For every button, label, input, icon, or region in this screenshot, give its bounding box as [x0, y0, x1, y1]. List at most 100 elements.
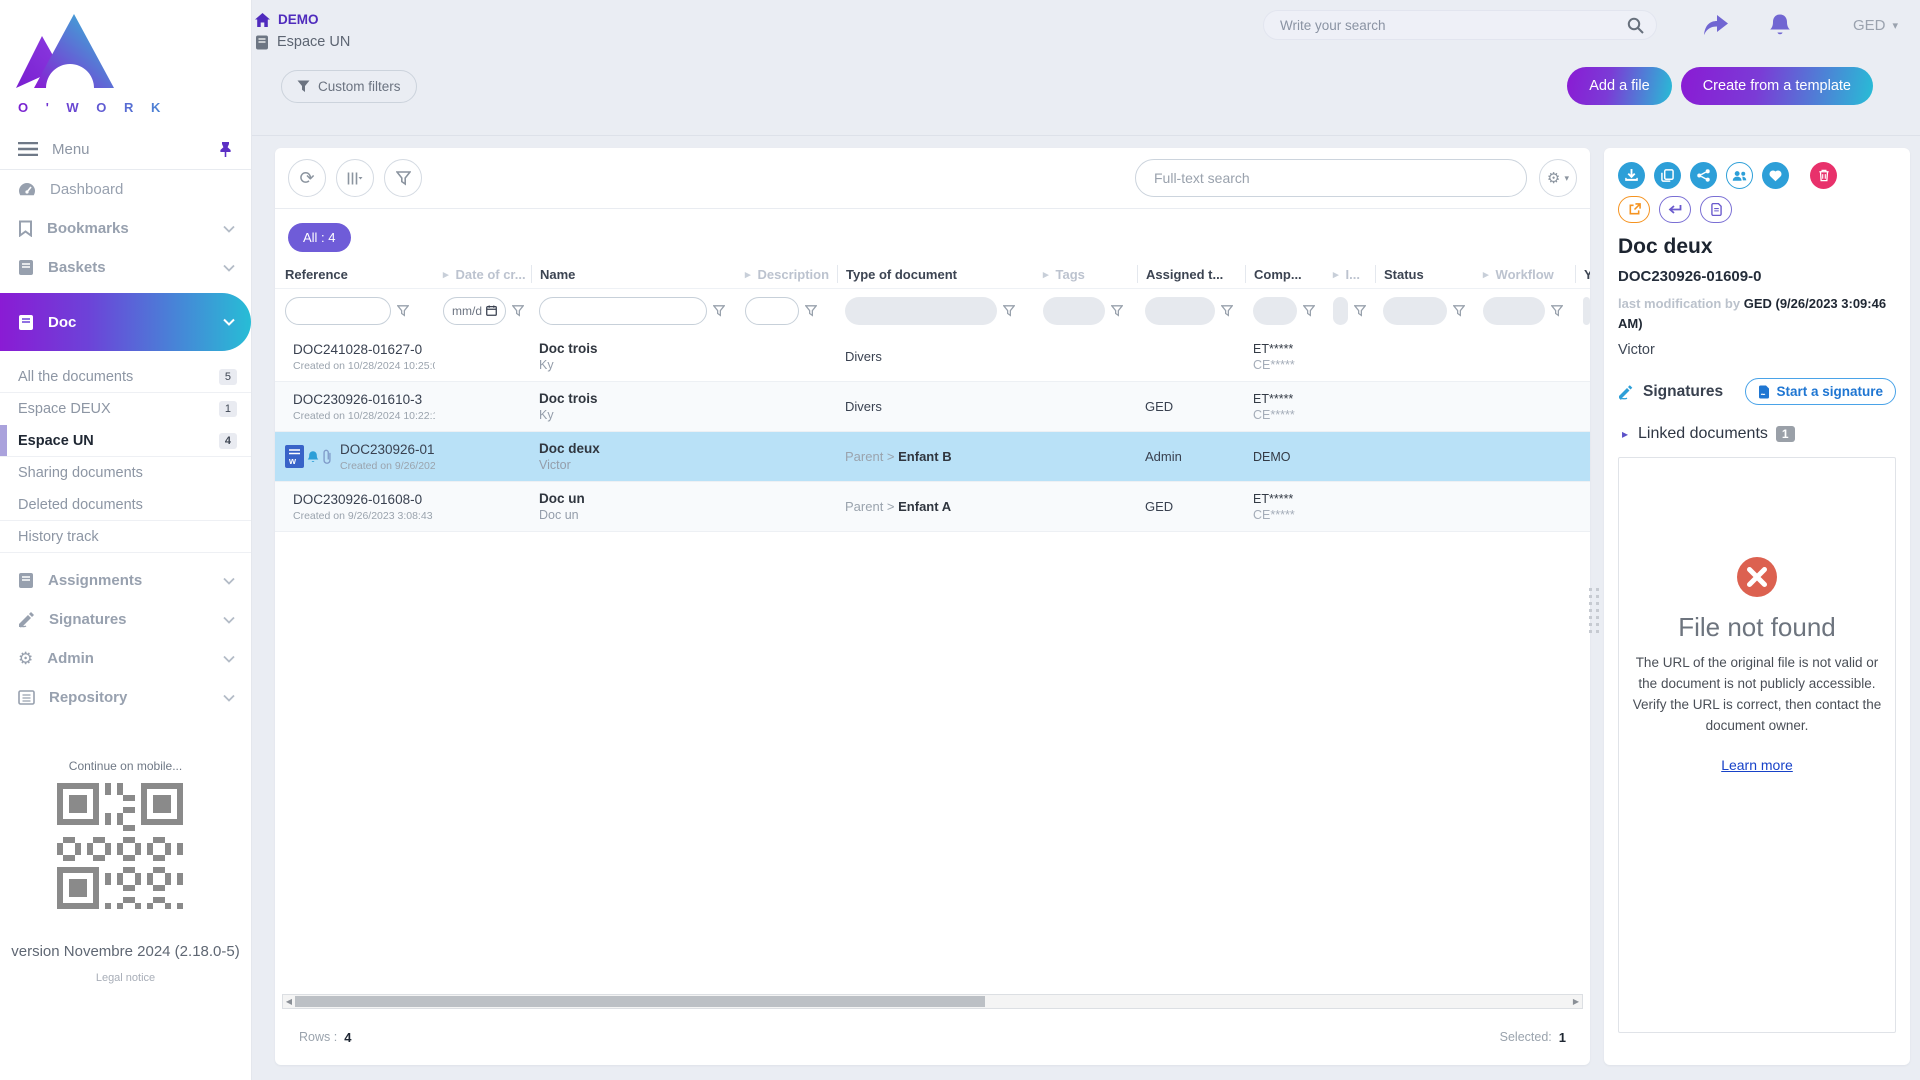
funnel-icon[interactable] [397, 305, 409, 317]
row-created: Created on 10/28/2024 10:25:07 PM [293, 360, 435, 372]
funnel-icon[interactable] [512, 305, 524, 317]
column-header-y[interactable]: Y [1575, 265, 1590, 283]
funnel-icon[interactable] [805, 305, 817, 317]
table-row[interactable]: DOC230926-01608-0Created on 9/26/2023 3:… [275, 482, 1590, 532]
sidebar-subitem-history-track[interactable]: History track [0, 521, 251, 553]
delete-button[interactable] [1810, 162, 1837, 189]
sidebar-item-baskets[interactable]: Baskets [0, 248, 251, 287]
filter-reference-input[interactable] [285, 297, 391, 325]
user-menu[interactable]: GED ▾ [1853, 17, 1898, 34]
legal-notice-link[interactable]: Legal notice [0, 972, 251, 984]
table-row-selected[interactable]: w DOC230926-01609-0Created on 9/26/2023 … [275, 432, 1590, 482]
global-search-input[interactable] [1280, 18, 1627, 33]
notifications-bell-icon[interactable] [1769, 13, 1791, 37]
learn-more-link[interactable]: Learn more [1721, 757, 1793, 773]
create-from-template-button[interactable]: Create from a template [1681, 67, 1873, 105]
forward-share-icon[interactable] [1703, 14, 1729, 36]
funnel-icon[interactable] [1221, 305, 1233, 317]
document-preview-button[interactable] [1700, 196, 1732, 223]
column-header-i[interactable]: ▸I... [1325, 267, 1375, 282]
column-header-status[interactable]: Status [1375, 265, 1475, 283]
sidebar-item-signatures[interactable]: Signatures [0, 600, 251, 639]
sidebar-item-label: Repository [49, 689, 127, 706]
sidebar-subitem-deleted-documents[interactable]: Deleted documents [0, 489, 251, 521]
sidebar-subitem-sharing-documents[interactable]: Sharing documents [0, 457, 251, 489]
document-detail-panel: Doc deux DOC230926-01609-0 last modifica… [1604, 148, 1910, 1065]
filter-button[interactable] [384, 159, 422, 197]
column-header-date[interactable]: ▸Date of cr... [435, 267, 531, 282]
hamburger-icon[interactable] [18, 142, 38, 156]
column-header-assigned[interactable]: Assigned t... [1137, 265, 1245, 283]
return-button[interactable] [1659, 196, 1691, 223]
panel-resize-handle[interactable] [1589, 588, 1599, 633]
table-row[interactable]: DOC241028-01627-0Created on 10/28/2024 1… [275, 332, 1590, 382]
svg-text:w: w [288, 456, 297, 466]
row-reference: DOC230926-01610-3 [293, 392, 435, 407]
column-header-workflow[interactable]: ▸Workflow [1475, 267, 1575, 282]
fulltext-search-input[interactable] [1135, 159, 1527, 197]
funnel-icon[interactable] [1111, 305, 1123, 317]
qr-code [57, 783, 195, 909]
breadcrumb-home[interactable]: DEMO [255, 12, 350, 27]
open-external-button[interactable] [1618, 196, 1650, 223]
users-button[interactable] [1726, 162, 1753, 189]
table-settings-button[interactable]: ⚙ ▾ [1539, 159, 1577, 197]
funnel-icon[interactable] [1003, 305, 1015, 317]
file-not-found-title: File not found [1619, 612, 1895, 643]
tab-all[interactable]: All : 4 [288, 223, 351, 252]
columns-button[interactable] [336, 159, 374, 197]
funnel-icon[interactable] [1354, 305, 1366, 317]
download-button[interactable] [1618, 162, 1645, 189]
filter-type-disabled [845, 297, 997, 325]
favorite-button[interactable] [1762, 162, 1789, 189]
pin-icon[interactable] [218, 141, 233, 157]
column-header-tags[interactable]: ▸Tags [1035, 267, 1137, 282]
copy-button[interactable] [1654, 162, 1681, 189]
linked-documents-toggle[interactable]: ▸ Linked documents 1 [1618, 425, 1896, 443]
horizontal-scrollbar[interactable]: ◀ ▶ [282, 994, 1583, 1009]
breadcrumb-space[interactable]: Espace UN [255, 34, 350, 50]
count-badge: 4 [219, 433, 237, 449]
sidebar-item-dashboard[interactable]: Dashboard [0, 170, 251, 209]
sidebar-item-admin[interactable]: ⚙ Admin [0, 639, 251, 678]
custom-filters-button[interactable]: Custom filters [281, 70, 417, 103]
documents-panel: ⟳ ⚙ ▾ All : 4 Reference ▸Date of cr... N… [275, 148, 1590, 1065]
start-signature-button[interactable]: Start a signature [1745, 378, 1896, 405]
top-header: DEMO Espace UN [251, 0, 1920, 136]
row-assigned: GED [1137, 499, 1245, 514]
sidebar-subitem-espace-deux[interactable]: Espace DEUX 1 [0, 393, 251, 425]
funnel-icon[interactable] [713, 305, 725, 317]
column-header-name[interactable]: Name [531, 265, 737, 283]
row-company: ET***** [1253, 392, 1295, 406]
sidebar-item-repository[interactable]: Repository [0, 678, 251, 717]
table-row[interactable]: DOC230926-01610-3Created on 10/28/2024 1… [275, 382, 1590, 432]
filter-date-input[interactable]: mm/d [443, 297, 506, 325]
funnel-icon[interactable] [1551, 305, 1563, 317]
filter-description-input[interactable] [745, 297, 799, 325]
sidebar-subitem-espace-un[interactable]: Espace UN 4 [0, 425, 251, 457]
add-file-button[interactable]: Add a file [1567, 67, 1671, 105]
breadcrumb: DEMO Espace UN [255, 10, 350, 50]
share-button[interactable] [1690, 162, 1717, 189]
column-header-reference[interactable]: Reference [283, 267, 435, 282]
scroll-right-icon[interactable]: ▶ [1570, 997, 1582, 1006]
sidebar-subitem-all-documents[interactable]: All the documents 5 [0, 361, 251, 393]
scroll-left-icon[interactable]: ◀ [283, 997, 295, 1006]
filter-name-input[interactable] [539, 297, 707, 325]
sidebar-item-bookmarks[interactable]: Bookmarks [0, 209, 251, 248]
sidebar-item-doc-active[interactable]: Doc [0, 293, 251, 351]
funnel-icon[interactable] [1303, 305, 1315, 317]
row-created: Created on 9/26/2023 3:09:45 AM [340, 460, 435, 472]
funnel-icon[interactable] [1453, 305, 1465, 317]
signature-icon [18, 611, 35, 628]
refresh-button[interactable]: ⟳ [288, 159, 326, 197]
count-badge: 5 [219, 369, 237, 385]
scrollbar-thumb[interactable] [295, 996, 985, 1007]
search-icon[interactable] [1627, 17, 1644, 34]
word-file-icon: w [285, 445, 304, 468]
column-header-company[interactable]: Comp... [1245, 265, 1325, 283]
sort-arrow-icon: ▸ [1483, 268, 1489, 281]
sidebar-item-assignments[interactable]: Assignments [0, 561, 251, 600]
column-header-type[interactable]: Type of document [837, 265, 1035, 283]
column-header-description[interactable]: ▸Description [737, 267, 837, 282]
